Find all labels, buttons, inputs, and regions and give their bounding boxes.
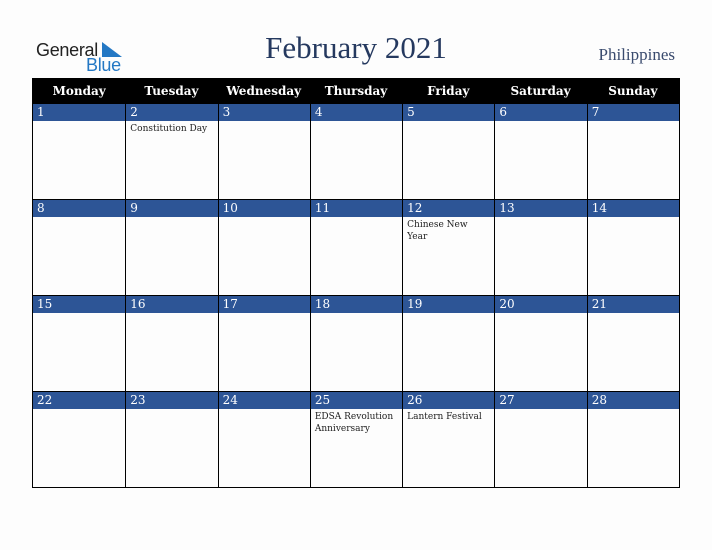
day-cell[interactable]: 9 xyxy=(125,200,218,295)
day-number: 18 xyxy=(310,296,403,313)
holiday-label: Chinese New Year xyxy=(407,220,468,242)
week-row: 15 16 17 18 19 20 21 xyxy=(33,295,679,391)
holiday-label xyxy=(311,313,402,315)
weekday-thursday: Thursday xyxy=(324,84,388,98)
holiday-label xyxy=(588,217,679,219)
holiday-label xyxy=(495,121,586,123)
holiday-label: EDSA Revolution Anniversary xyxy=(314,412,394,434)
day-cell[interactable]: 15 xyxy=(33,296,126,391)
day-number: 26 xyxy=(403,392,495,409)
day-number: 7 xyxy=(587,104,679,121)
day-number: 9 xyxy=(126,200,218,217)
holiday-label xyxy=(588,409,679,411)
day-cell[interactable]: 8 xyxy=(33,200,126,295)
day-number: 28 xyxy=(587,392,679,409)
country-label: Philippines xyxy=(598,45,675,64)
day-cell[interactable]: 19 xyxy=(402,296,495,391)
holiday-label xyxy=(219,121,310,123)
day-number: 20 xyxy=(495,296,587,313)
holiday-label xyxy=(126,409,217,411)
day-cell[interactable]: 16 xyxy=(125,296,218,391)
day-number: 1 xyxy=(33,104,126,121)
holiday-label xyxy=(495,217,586,219)
weekday-header-row: Monday Tuesday Wednesday Thursday Friday… xyxy=(33,79,679,103)
holiday-label xyxy=(126,217,217,219)
holiday-label: Lantern Festival xyxy=(407,412,482,422)
holiday-label xyxy=(495,409,586,411)
day-number: 10 xyxy=(218,200,310,217)
day-number: 19 xyxy=(403,296,495,313)
calendar-grid: Monday Tuesday Wednesday Thursday Friday… xyxy=(32,78,680,488)
weekday-friday: Friday xyxy=(427,84,470,98)
day-cell[interactable]: 1 xyxy=(33,104,126,199)
week-row: 1 2 Constitution Day 3 4 5 6 7 xyxy=(33,103,679,199)
weekday-monday: Monday xyxy=(52,84,106,98)
day-number: 5 xyxy=(403,104,495,121)
day-number: 22 xyxy=(33,392,126,409)
day-number: 4 xyxy=(310,104,403,121)
day-cell[interactable]: 27 xyxy=(494,392,587,487)
day-cell[interactable]: 11 xyxy=(309,200,403,295)
holiday-label xyxy=(219,313,310,315)
day-number: 6 xyxy=(495,104,587,121)
day-cell[interactable]: 23 xyxy=(125,392,218,487)
weekday-wednesday: Wednesday xyxy=(226,84,302,98)
day-cell[interactable]: 20 xyxy=(494,296,587,391)
day-cell[interactable]: 25 EDSA Revolution Anniversary xyxy=(309,392,403,487)
day-cell[interactable]: 12 Chinese New Year xyxy=(402,200,495,295)
holiday-label xyxy=(311,217,402,219)
holiday-label xyxy=(588,121,679,123)
day-cell[interactable]: 6 xyxy=(494,104,587,199)
day-cell[interactable]: 26 Lantern Festival xyxy=(402,392,495,487)
day-cell[interactable]: 10 xyxy=(217,200,310,295)
holiday-label xyxy=(219,409,310,411)
holiday-label xyxy=(495,313,586,315)
day-cell[interactable]: 22 xyxy=(33,392,126,487)
week-row: 22 23 24 25 EDSA Revolution Anniversary 26 Lan… xyxy=(33,391,679,487)
day-cell[interactable]: 3 xyxy=(217,104,310,199)
day-number: 17 xyxy=(218,296,310,313)
day-number: 25 xyxy=(310,392,403,409)
holiday-label xyxy=(33,313,125,315)
holiday-label xyxy=(33,217,125,219)
day-cell[interactable]: 18 xyxy=(309,296,403,391)
day-cell[interactable]: 2 Constitution Day xyxy=(125,104,218,199)
holiday-label xyxy=(403,121,494,123)
day-cell[interactable]: 17 xyxy=(217,296,310,391)
day-cell[interactable]: 7 xyxy=(586,104,679,199)
day-cell[interactable]: 4 xyxy=(309,104,403,199)
holiday-label xyxy=(588,313,679,315)
day-number: 3 xyxy=(218,104,310,121)
day-number: 2 xyxy=(126,104,218,121)
holiday-label xyxy=(311,121,402,123)
weekday-sunday: Sunday xyxy=(608,84,658,98)
day-cell[interactable]: 21 xyxy=(586,296,679,391)
day-number: 15 xyxy=(33,296,126,313)
day-number: 24 xyxy=(218,392,310,409)
holiday-label xyxy=(403,313,494,315)
day-cell[interactable]: 24 xyxy=(217,392,310,487)
day-number: 23 xyxy=(126,392,218,409)
holiday-label xyxy=(33,409,125,411)
day-number: 11 xyxy=(310,200,403,217)
holiday-label xyxy=(33,121,125,123)
day-number: 14 xyxy=(587,200,679,217)
holiday-label xyxy=(219,217,310,219)
day-cell[interactable]: 5 xyxy=(402,104,495,199)
week-row: 8 9 10 11 12 Chinese New Year 13 14 xyxy=(33,199,679,295)
holiday-label: Constitution Day xyxy=(130,124,208,134)
day-number: 12 xyxy=(403,200,495,217)
day-cell[interactable]: 28 xyxy=(586,392,679,487)
holiday-label xyxy=(126,313,217,315)
day-number: 16 xyxy=(126,296,218,313)
weekday-tuesday: Tuesday xyxy=(144,84,199,98)
day-number: 21 xyxy=(587,296,679,313)
day-cell[interactable]: 14 xyxy=(586,200,679,295)
day-number: 8 xyxy=(33,200,126,217)
weekday-saturday: Saturday xyxy=(510,84,571,98)
day-number: 27 xyxy=(495,392,587,409)
day-cell[interactable]: 13 xyxy=(494,200,587,295)
day-number: 13 xyxy=(495,200,587,217)
